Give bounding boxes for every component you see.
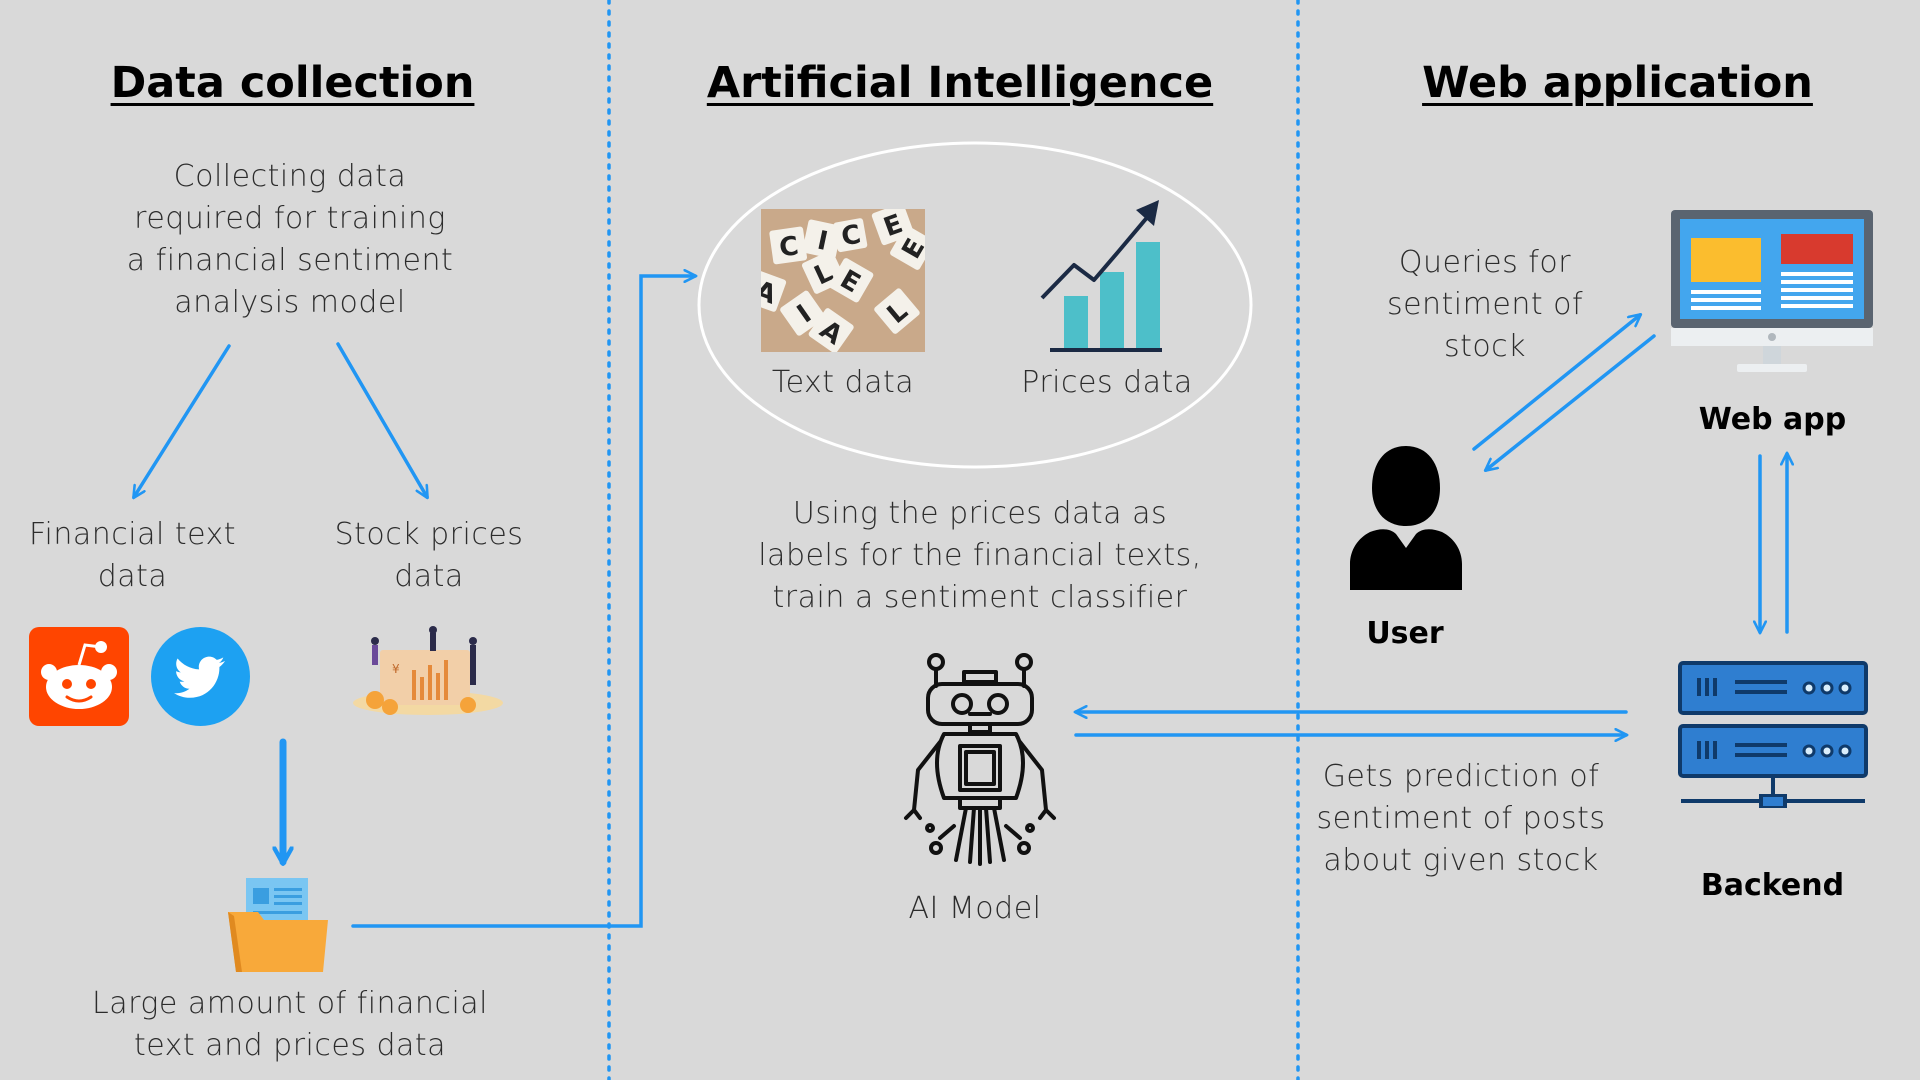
arrow-folder-to-ai bbox=[351, 276, 695, 928]
arrow-webapp-to-user bbox=[1486, 334, 1656, 470]
arrow-to-financial-text bbox=[134, 344, 231, 497]
arrow-user-to-webapp bbox=[1472, 315, 1640, 451]
arrow-to-stock-prices bbox=[336, 342, 427, 497]
arrows-layer bbox=[0, 0, 1920, 928]
